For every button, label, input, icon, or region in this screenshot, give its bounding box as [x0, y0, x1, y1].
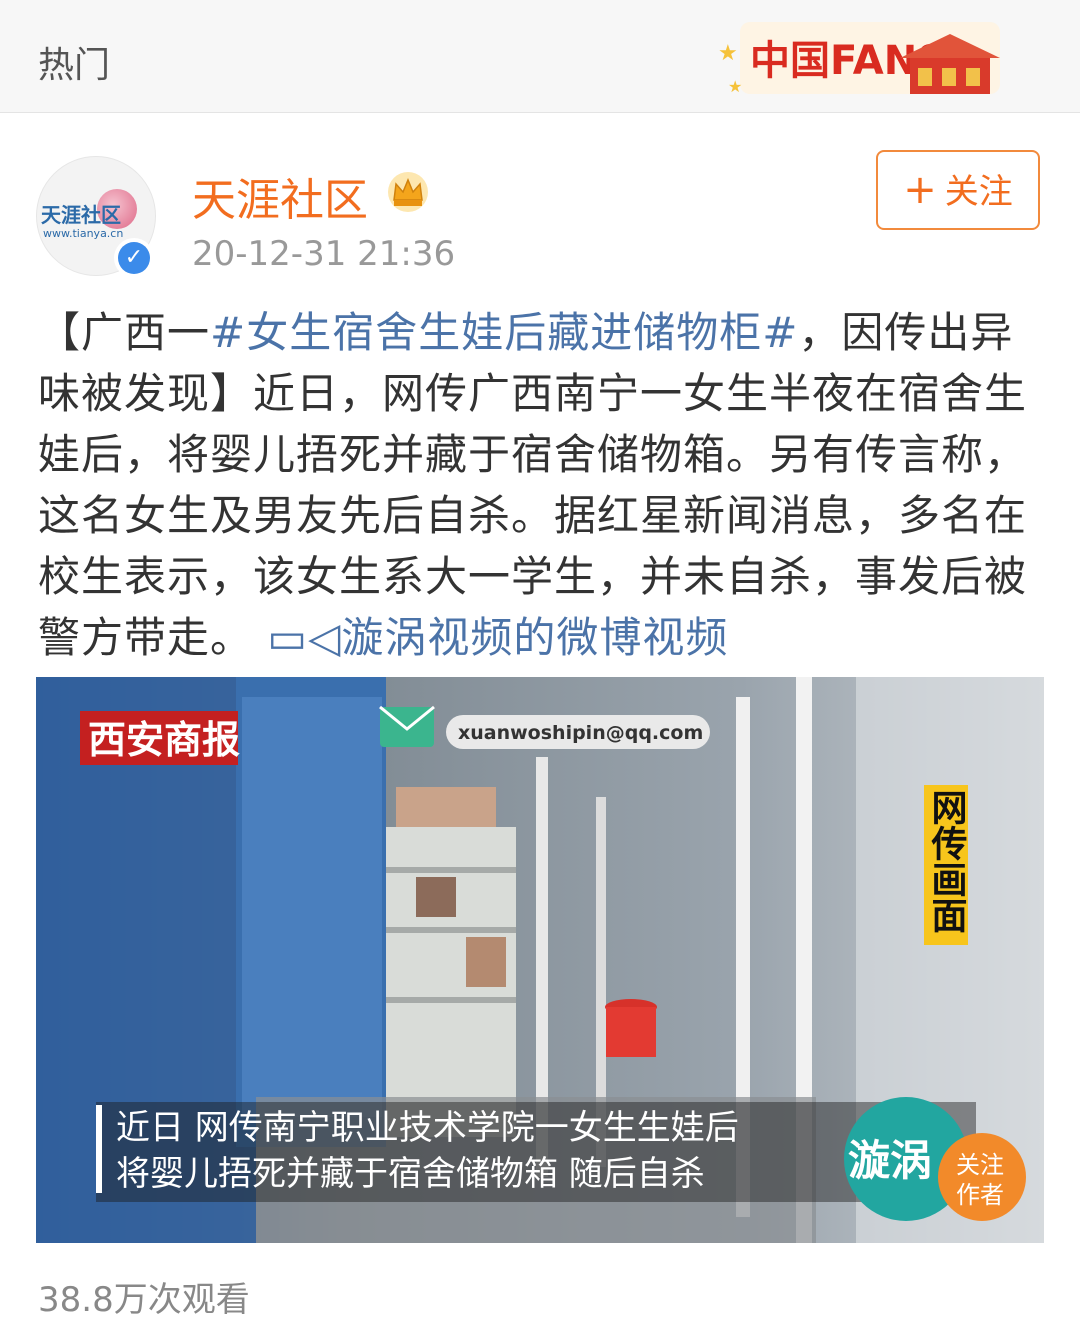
side-label: 网传画面 — [926, 789, 969, 933]
video-camera-icon: ▭◁ — [267, 613, 342, 662]
follow-button[interactable]: + 关注 — [876, 150, 1040, 230]
video-link-label: 漩涡视频的微博视频 — [341, 613, 729, 662]
svg-text:★: ★ — [728, 77, 742, 96]
post-text-body: ，因传出异味被发现】近日，网传广西南宁一女生半夜在宿舍生娃后，将婴儿捂死并藏于宿… — [38, 308, 1028, 662]
view-count: 38.8万次观看 — [38, 1280, 250, 1320]
post-text-prefix: 【广西一 — [38, 308, 211, 357]
follow-label: 关注 — [944, 172, 1013, 212]
post-text: 【广西一#女生宿舍生娃后藏进储物柜#，因传出异味被发现】近日，网传广西南宁一女生… — [38, 302, 1048, 668]
email-watermark: xuanwoshipin@qq.com — [458, 722, 703, 744]
follow-author-line-2: 作者 — [956, 1181, 1004, 1209]
post-timestamp: 20-12-31 21:36 — [192, 234, 456, 274]
brand-logo: 漩涡 — [848, 1136, 932, 1185]
follow-author-line-1: 关注 — [956, 1151, 1004, 1179]
post-header: 天涯社区 www.tianya.cn ✓ 天涯社区 20-12-31 21:36… — [0, 112, 1080, 292]
news-logo: 西安商报 — [88, 718, 240, 762]
verified-icon: ✓ — [114, 238, 154, 278]
video-player[interactable]: 西安商报 xuanwoshipin@qq.com 网传画面 近日 网传南宁职业技… — [36, 677, 1044, 1243]
avatar-logo-text: 天涯社区 — [41, 203, 121, 227]
avatar-logo-url: www.tianya.cn — [43, 227, 124, 240]
plus-icon: + — [903, 167, 937, 213]
svg-text:★: ★ — [718, 41, 738, 66]
subtitle-line-1: 近日 网传南宁职业技术学院一女生生娃后 — [116, 1108, 739, 1148]
username[interactable]: 天涯社区 — [192, 164, 368, 228]
top-bar: 热门 ★ ★ 中国FANS — [0, 0, 1080, 113]
subtitle-line-2: 将婴儿捂死并藏于宿舍储物箱 随后自杀 — [116, 1154, 705, 1194]
page-title: 热门 — [38, 45, 111, 86]
vip-crown-icon — [388, 172, 428, 212]
video-link[interactable]: ▭◁漩涡视频的微博视频 — [267, 613, 728, 662]
china-fans-banner[interactable]: ★ ★ 中国FANS — [710, 12, 1010, 104]
hashtag-link[interactable]: #女生宿舍生娃后藏进储物柜# — [210, 308, 798, 357]
